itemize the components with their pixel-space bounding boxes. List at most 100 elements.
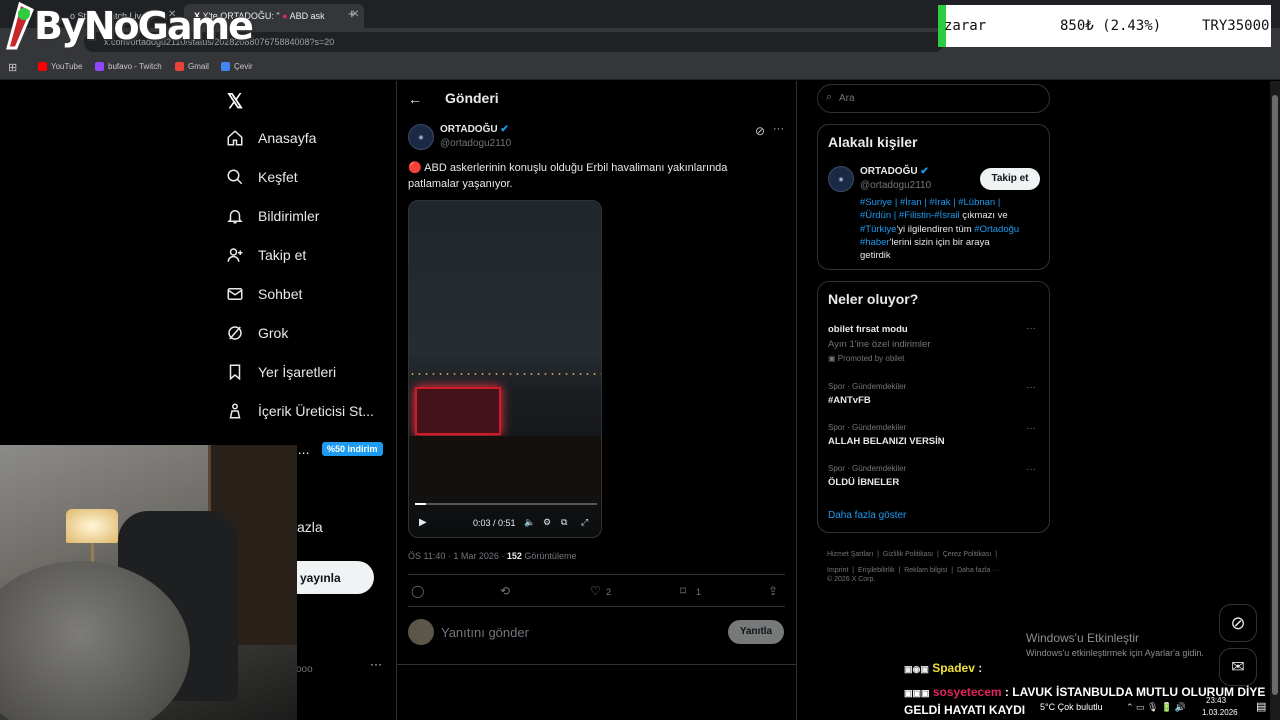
pip-icon[interactable]: ⧉ (561, 517, 567, 528)
sidebar-item-chat[interactable]: Sohbet (226, 285, 302, 303)
fullscreen-icon[interactable]: ⤢ (581, 517, 588, 528)
footer-links: Hizmet Şartları | Gizlilik Politikası | … (827, 551, 1000, 574)
promo-title[interactable]: obilet fırsat modu (828, 324, 908, 335)
chat-username: sosyetecem (932, 685, 1002, 699)
trend-item[interactable]: Spor · Gündemdekiler ALLAH BELANIZI VERS… (818, 423, 1049, 463)
video-progress-track[interactable] (415, 503, 597, 505)
divider (397, 664, 796, 665)
bookmark-label: YouTube (51, 62, 83, 71)
bookmark-gmail[interactable]: Gmail (175, 62, 209, 71)
trend-name: ÖLDÜ İBNELER (828, 477, 900, 488)
gmail-icon (175, 62, 184, 71)
related-people-card: Alakalı kişiler ◉ ORTADOĞU ✔ @ortadogu21… (817, 124, 1050, 270)
twitch-icon (95, 62, 104, 71)
reply-input[interactable]: Yanıtını gönder (441, 625, 529, 640)
footer-link[interactable]: Daha fazla ··· (957, 567, 999, 574)
tray-icons[interactable]: ⌃ ▭ 🎙 🔋 🔊 (1126, 702, 1186, 713)
volume-icon[interactable]: 🔈 (524, 517, 535, 528)
sidebar-item-home[interactable]: Anasayfa (226, 129, 316, 147)
bookmark-twitch[interactable]: bufavo - Twitch (95, 62, 162, 71)
notification-icon[interactable]: ▤ (1256, 700, 1266, 713)
footer-link[interactable]: Reklam bilgisi (904, 567, 947, 574)
account-more-icon[interactable]: ··· (370, 657, 382, 671)
footer-link[interactable]: Gizlilik Politikası (883, 551, 933, 558)
bio-hashtags[interactable]: #Suriye | #İran | #Irak | #Lübnan | (860, 197, 1000, 208)
webcam-feed (0, 445, 297, 720)
sidebar-item-notifications[interactable]: Bildirimler (226, 207, 319, 225)
related-handle: @ortadogu2110 (860, 180, 932, 191)
x-logo-icon[interactable]: 𝕏 (227, 89, 243, 114)
author-handle[interactable]: @ortadogu2110 (440, 138, 511, 149)
sidebar-item-creator[interactable]: İçerik Üreticisi St... (226, 402, 374, 420)
footer-link[interactable]: Imprint (827, 567, 848, 574)
scrollbar-thumb[interactable] (1272, 95, 1278, 695)
settings-icon[interactable]: ⚙ (543, 517, 551, 528)
sidebar-item-explore[interactable]: Keşfet (226, 168, 298, 186)
bookmark-translate[interactable]: Çevir (221, 62, 253, 71)
more-icon[interactable]: ··· (1026, 382, 1036, 393)
bookmark-label: Gmail (188, 62, 209, 71)
footer-link[interactable]: Erişilebilirlik (858, 567, 895, 574)
footer-link[interactable]: Hizmet Şartları (827, 551, 873, 558)
play-icon[interactable]: ▶ (419, 517, 427, 528)
new-tab-button[interactable]: + (348, 6, 356, 21)
reply-icon[interactable]: ◯ (411, 584, 424, 598)
bio-hashtags[interactable]: #Ürdün | #Filistin-#İsrail (860, 210, 960, 221)
clock-time[interactable]: 23:43 (1206, 696, 1226, 705)
trend-item[interactable]: Spor · Gündemdekiler #ANTvFB ··· (818, 382, 1049, 422)
grok-fab-button[interactable]: ⊘ (1219, 604, 1257, 642)
bookmark-youtube[interactable]: YouTube (38, 62, 82, 71)
bio-text: getirdik (860, 250, 891, 262)
avatar (408, 619, 434, 645)
share-icon[interactable]: ⇪ (768, 584, 778, 598)
video-time: 0:03 / 0:51 (473, 518, 516, 528)
grok-icon (228, 326, 242, 340)
weather-text[interactable]: 5°C Çok bulutlu (1040, 702, 1103, 712)
sidebar-item-more[interactable]: azla (297, 519, 323, 535)
related-name[interactable]: ORTADOĞU ✔ (860, 166, 929, 177)
trend-item[interactable]: Spor · Gündemdekiler ÖLDÜ İBNELER ··· (818, 464, 1049, 504)
avatar[interactable]: ◉ (408, 124, 434, 150)
bio-hashtag[interactable]: #Türkiye (860, 224, 896, 235)
windows-activation-subtitle: Windows'u etkinleştirmek için Ayarlar'a … (1026, 648, 1204, 658)
more-icon[interactable]: ··· (1026, 423, 1036, 434)
grok-icon[interactable]: ⊘ (755, 124, 765, 138)
avatar[interactable]: ◉ (828, 166, 854, 192)
footer-link[interactable]: Çerez Politikası (943, 551, 992, 558)
follow-button[interactable]: Takip et (980, 168, 1040, 190)
bookmark-icon[interactable]: ⌑ (680, 584, 686, 598)
sidebar-item-follow[interactable]: Takip et (226, 246, 306, 264)
more-icon[interactable]: ··· (1026, 464, 1036, 475)
page-scrollbar[interactable] (1270, 81, 1280, 720)
clock-date[interactable]: 1.03.2026 (1202, 708, 1238, 717)
bio-hashtag[interactable]: #Ortadoğu (974, 224, 1019, 235)
bookmark-count: 1 (696, 587, 702, 597)
author-name[interactable]: ORTADOĞU ✔ (440, 124, 509, 135)
chat-message: ▣◉▣ Spadev : (904, 661, 982, 675)
search-icon (227, 169, 243, 185)
sidebar-item-bookmarks[interactable]: Yer İşaretleri (226, 363, 336, 381)
page-title: Gönderi (445, 90, 499, 106)
bell-icon (227, 210, 243, 224)
badge-icons: ▣▣▣ (904, 688, 930, 698)
apps-grid-icon[interactable]: ⊞ (8, 61, 17, 74)
discount-badge: %50 indirim (322, 442, 383, 456)
bio-hashtag[interactable]: #haber (860, 237, 890, 248)
messages-fab-button[interactable]: ✉ (1219, 648, 1257, 686)
badge-icons: ▣◉▣ (904, 664, 929, 674)
bio-text: çıkmazı ve (959, 210, 1008, 222)
back-arrow-icon[interactable]: ← (408, 91, 422, 107)
show-more-link[interactable]: Daha fazla göster (828, 510, 906, 521)
sidebar-item-label: Bildirimler (258, 208, 320, 224)
retweet-icon[interactable]: ⟲ (500, 584, 510, 598)
promoted-icon: ▣ (828, 354, 836, 363)
reply-button[interactable]: Yanıtla (728, 620, 784, 644)
more-icon[interactable]: ··· (773, 123, 784, 135)
search-input[interactable]: ⌕ Ara (817, 84, 1050, 113)
like-icon[interactable]: ♡ (590, 584, 601, 598)
like-count: 2 (606, 587, 612, 597)
card-title: Neler oluyor? (828, 291, 919, 307)
sidebar-item-grok[interactable]: Grok (226, 324, 288, 342)
more-icon[interactable]: ··· (1026, 323, 1036, 334)
video-player[interactable]: ▶ 0:03 / 0:51 🔈 ⚙ ⧉ ⤢ (408, 200, 602, 538)
